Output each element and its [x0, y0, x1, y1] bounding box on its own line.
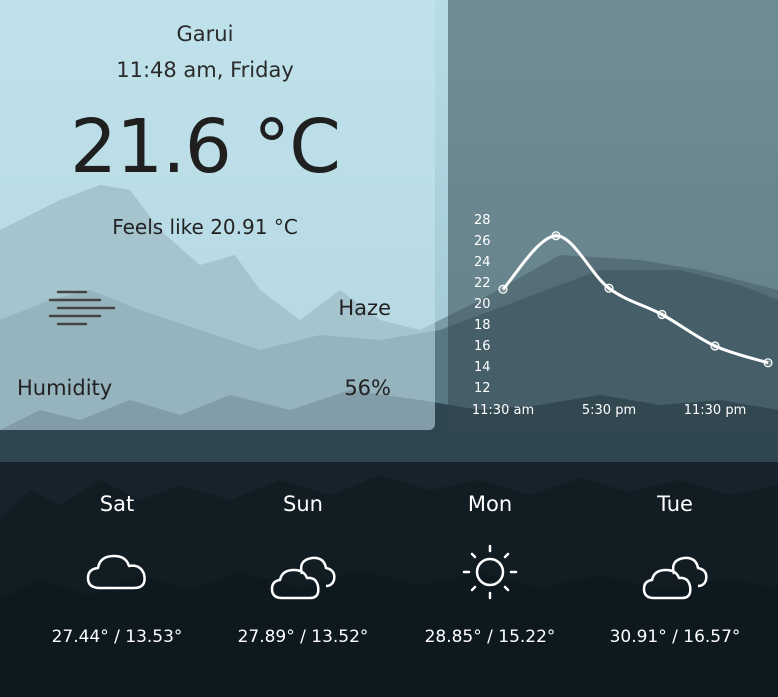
temperature-data-point[interactable] [604, 283, 614, 293]
y-tick-label: 12 [474, 381, 491, 396]
city-name: Garui [176, 22, 234, 46]
humidity-value: 56% [344, 376, 391, 400]
temperature-series-line [501, 234, 769, 365]
temperature-chart-card: 12 14 16 18 20 22 24 26 28 11:30 am 5:30 pm 11:30 p… [448, 0, 778, 430]
y-tick-label: 26 [474, 234, 491, 249]
y-tick-label: 22 [474, 276, 491, 291]
temperature-line-chart: 12 14 16 18 20 22 24 26 28 11:30 am 5:30 pm 11:30 p… [472, 213, 773, 418]
haze-icon [48, 290, 116, 326]
temperature-data-point[interactable] [551, 231, 561, 241]
forecast-temps: 27.44° / 13.53° [51, 627, 183, 647]
clouds-icon [642, 556, 708, 600]
temperature-data-point[interactable] [710, 341, 720, 351]
y-tick-label: 24 [474, 255, 491, 270]
feels-like-temperature: Feels like 20.91 °C [112, 215, 298, 239]
humidity-label: Humidity [17, 376, 113, 400]
y-tick-label: 18 [474, 318, 491, 333]
forecast-temps: 30.91° / 16.57° [609, 627, 741, 647]
forecast-day-name: Tue [657, 492, 693, 516]
x-tick-label: 11:30 am [472, 403, 534, 418]
y-tick-label: 28 [474, 213, 491, 228]
y-tick-label: 20 [474, 297, 491, 312]
temperature-data-point[interactable] [498, 284, 508, 294]
cloud-icon [86, 554, 146, 590]
x-tick-label: 5:30 pm [582, 403, 636, 418]
temperature-data-point[interactable] [657, 309, 667, 320]
temperature-data-point[interactable] [763, 358, 773, 368]
y-tick-label: 16 [474, 339, 491, 354]
weather-condition: Haze [338, 296, 391, 320]
clouds-icon [270, 556, 336, 600]
x-tick-label: 11:30 pm [684, 403, 747, 418]
sun-icon [462, 544, 518, 600]
forecast-day-name: Mon [467, 492, 513, 516]
forecast-temps: 28.85° / 15.22° [424, 627, 556, 647]
current-datetime: 11:48 am, Friday [116, 58, 294, 82]
y-tick-label: 14 [474, 360, 491, 375]
current-weather-card: Garui 11:48 am, Friday 21.6 °C Feels lik… [0, 0, 435, 430]
forecast-temps: 27.89° / 13.52° [237, 627, 369, 647]
current-temperature: 21.6 °C [70, 104, 341, 190]
daily-forecast: Sat 27.44° / 13.53° Sun 27.89° / 13.52° … [0, 462, 778, 697]
forecast-day-name: Sat [99, 492, 135, 516]
forecast-day-name: Sun [283, 492, 323, 516]
